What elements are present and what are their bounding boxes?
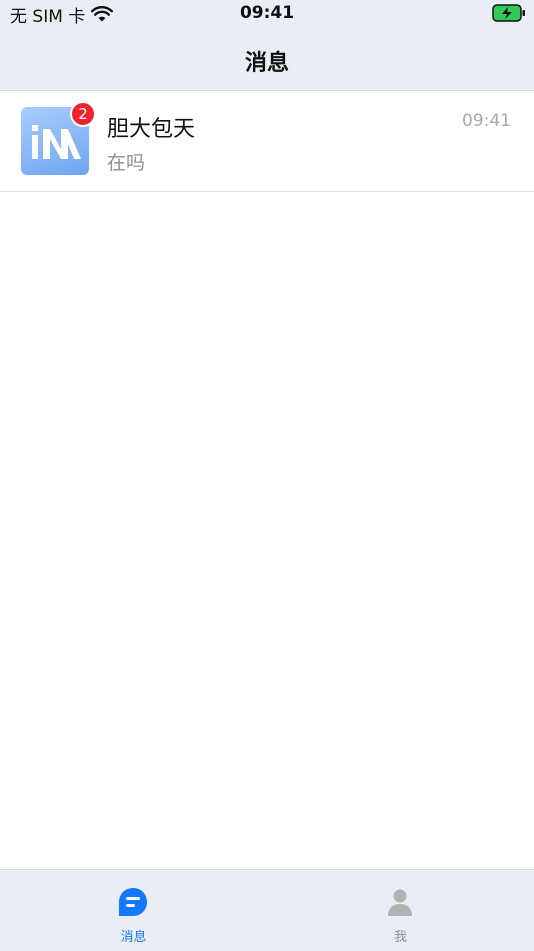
conversation-row[interactable]: 2 胆大包天 在吗 09:41 <box>0 91 534 192</box>
tab-me-label: 我 <box>393 930 407 945</box>
person-icon <box>388 889 412 916</box>
unread-badge: 2 <box>70 101 96 127</box>
battery-charging-icon <box>492 4 525 22</box>
conversation-preview: 在吗 <box>107 152 146 174</box>
tab-messages[interactable]: 消息 <box>0 870 267 951</box>
tab-bar: 消息 我 <box>0 869 534 951</box>
tab-messages-label: 消息 <box>120 930 147 945</box>
conversation-name: 胆大包天 <box>107 117 196 142</box>
messages-icon <box>119 888 147 916</box>
nav-bar: 消息 <box>0 28 534 91</box>
tab-me[interactable]: 我 <box>267 870 534 951</box>
status-bar: 无 SIM 卡 09:41 <box>0 0 534 28</box>
conversation-time: 09:41 <box>462 111 511 131</box>
status-time: 09:41 <box>239 3 295 23</box>
page-title: 消息 <box>244 51 289 76</box>
conversation-list: 2 胆大包天 在吗 09:41 <box>0 91 534 192</box>
